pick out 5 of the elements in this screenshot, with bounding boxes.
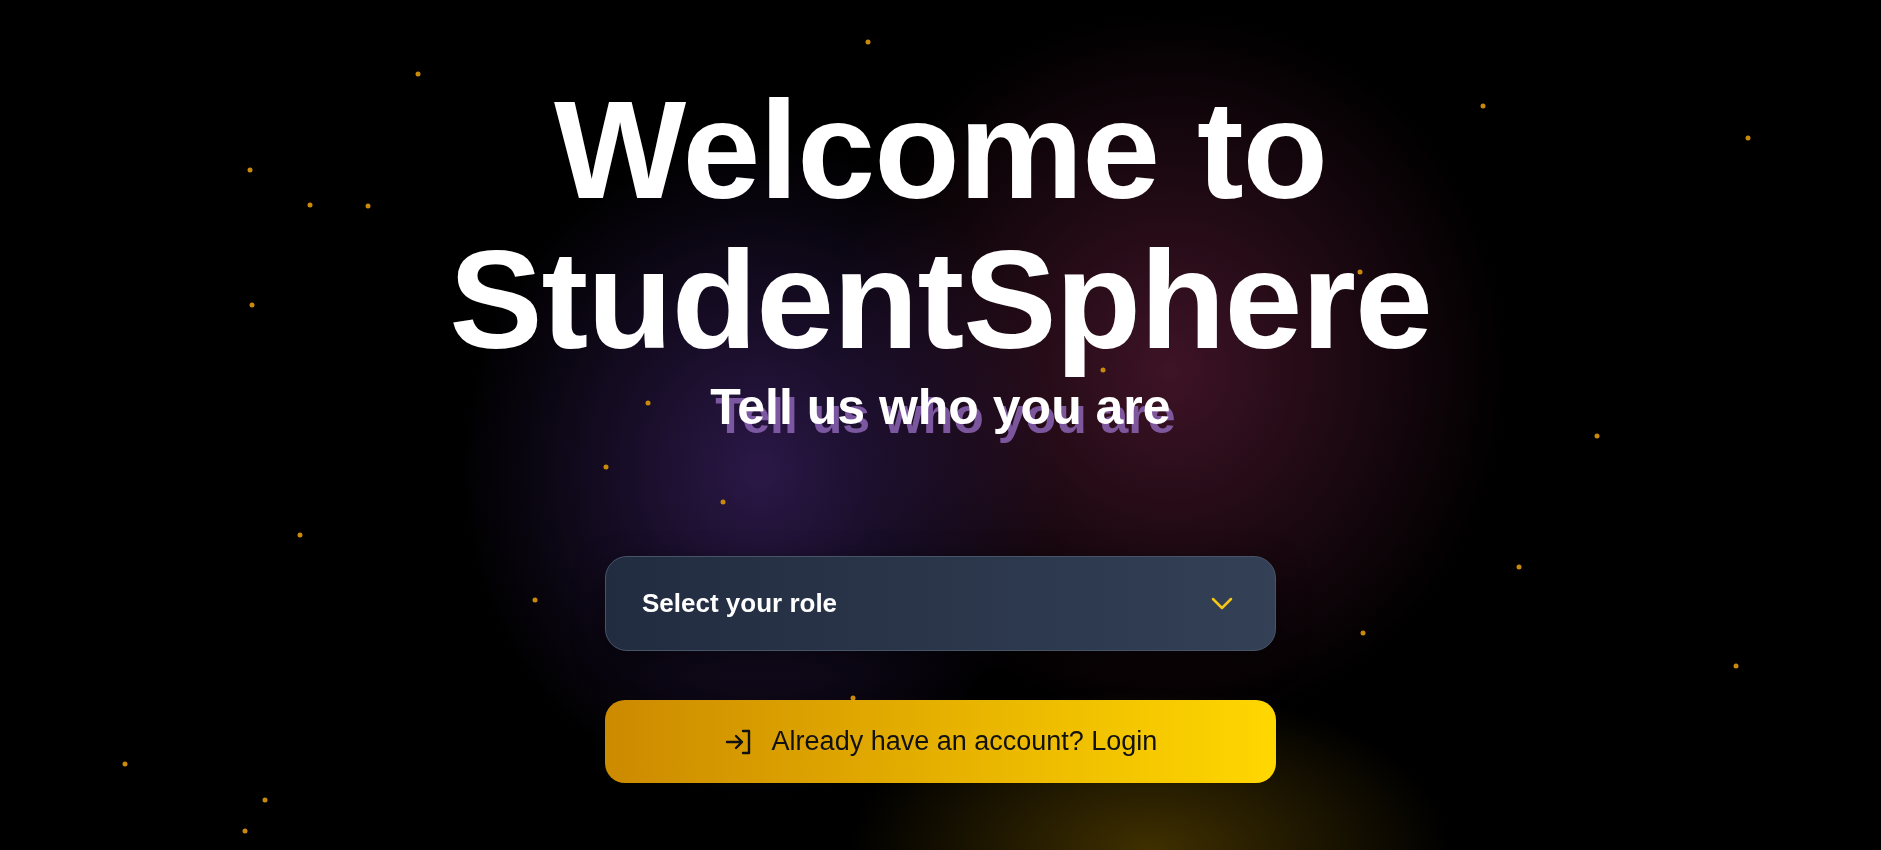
login-icon xyxy=(723,727,752,756)
login-button[interactable]: Already have an account? Login xyxy=(605,700,1276,783)
role-select[interactable]: Select your role xyxy=(605,556,1276,651)
chevron-down-icon xyxy=(1211,596,1233,611)
welcome-title: Welcome to StudentSphere xyxy=(448,75,1433,375)
